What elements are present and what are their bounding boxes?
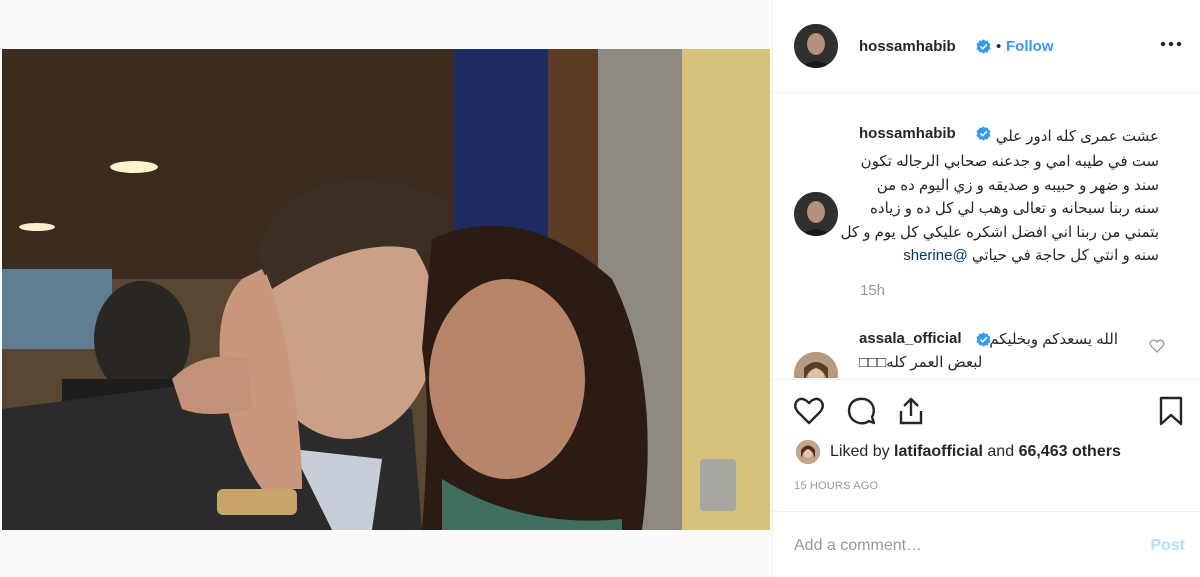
verified-badge-icon <box>976 39 991 54</box>
caption-line: سنه ربنا سبحانه و تعالى وهب لي كل ده و ز… <box>870 200 1159 217</box>
author-avatar-illustration <box>794 24 838 68</box>
caption-username[interactable]: hossamhabib <box>859 125 956 142</box>
verified-badge-icon <box>976 126 991 141</box>
heart-icon[interactable] <box>793 395 825 427</box>
comment-text-line-2: لبعض العمر كله□□□ <box>859 354 983 371</box>
bookmark-icon[interactable] <box>1155 395 1187 427</box>
more-options-icon[interactable] <box>1159 34 1183 54</box>
caption-body: ست في طيبه امي و جدعنه صحابي الرجاله تكو… <box>839 150 1159 268</box>
caption-line: ست في طيبه امي و جدعنه صحابي الرجاله تكو… <box>860 153 1159 170</box>
likes-summary: Liked by latifaofficial and 66,463 other… <box>793 440 1193 466</box>
liker-username[interactable]: latifaofficial <box>894 443 983 460</box>
caption-time[interactable]: 15h <box>860 282 885 299</box>
author-username[interactable]: hossamhabib <box>859 38 956 55</box>
comments-list[interactable]: hossamhabib عشت عمرى كله ادور علي ست في … <box>773 94 1200 378</box>
post-comment-button[interactable]: Post <box>1150 537 1185 555</box>
caption-last-line-text: سنه و انتي كل حاجة في حياتي <box>971 247 1159 264</box>
post-side-panel: hossamhabib • Follow hossamhabib عشت عمر… <box>772 0 1200 577</box>
commenter-avatar[interactable] <box>794 352 838 378</box>
follow-button[interactable]: Follow <box>1006 38 1054 55</box>
comment-like-heart-icon[interactable] <box>1149 338 1165 354</box>
liker-avatar[interactable] <box>796 440 820 464</box>
caption-line: بتمني من ربنا اني افضل اشكره عليكي كل يو… <box>840 223 1159 241</box>
post-timestamp[interactable]: 15 HOURS AGO <box>794 480 878 492</box>
mention-link[interactable]: @sherine <box>903 247 967 264</box>
caption-author-avatar[interactable] <box>794 192 838 236</box>
likes-middle: and <box>987 443 1015 460</box>
comment-input[interactable] <box>794 534 1114 558</box>
photo-illustration <box>2 49 770 530</box>
action-bar <box>773 379 1200 445</box>
likes-prefix: Liked by <box>830 443 890 460</box>
likes-count[interactable]: 66,463 others <box>1019 443 1121 460</box>
add-comment-bar: Post <box>773 511 1200 577</box>
photo-area <box>0 0 772 577</box>
caption-text-line-1: عشت عمرى كله ادور علي <box>995 128 1159 145</box>
author-avatar[interactable] <box>794 24 838 68</box>
liker-avatar-illustration <box>796 440 820 464</box>
caption-line: سند و ضهر و حبيبه و صديقه و زي اليوم ده … <box>876 176 1159 194</box>
separator-dot: • <box>996 38 1002 55</box>
caption-last-line: سنه و انتي كل حاجة في حياتي @sherine <box>839 244 1159 268</box>
comment-icon[interactable] <box>845 395 877 427</box>
commenter-username[interactable]: assala_official <box>859 330 962 347</box>
caption-avatar-illustration <box>794 192 838 236</box>
share-icon[interactable] <box>895 395 927 427</box>
post-photo[interactable] <box>2 49 770 530</box>
comment-text-line-1: الله يسعدكم وبخليكم <box>989 331 1118 348</box>
post-header: hossamhabib • Follow <box>773 0 1200 93</box>
likes-text: Liked by latifaofficial and 66,463 other… <box>830 443 1121 461</box>
commenter-avatar-illustration <box>794 352 838 378</box>
